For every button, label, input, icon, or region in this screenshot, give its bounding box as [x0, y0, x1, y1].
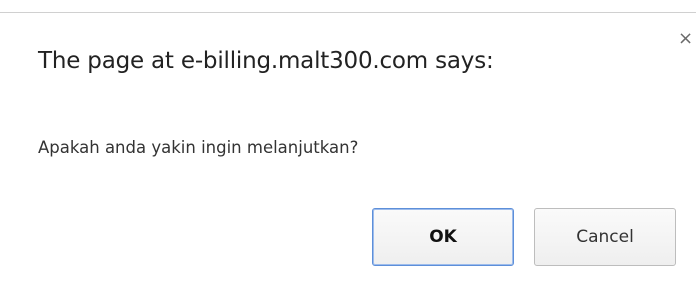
dialog-message: Apakah anda yakin ingin melanjutkan?	[38, 138, 359, 157]
close-icon[interactable]: ×	[678, 28, 696, 50]
ok-button-label: OK	[429, 227, 457, 247]
dialog-title: The page at e-billing.malt300.com says:	[38, 48, 494, 74]
cancel-button[interactable]: Cancel	[534, 208, 676, 266]
cancel-button-label: Cancel	[576, 227, 634, 247]
ok-button[interactable]: OK	[372, 208, 514, 266]
